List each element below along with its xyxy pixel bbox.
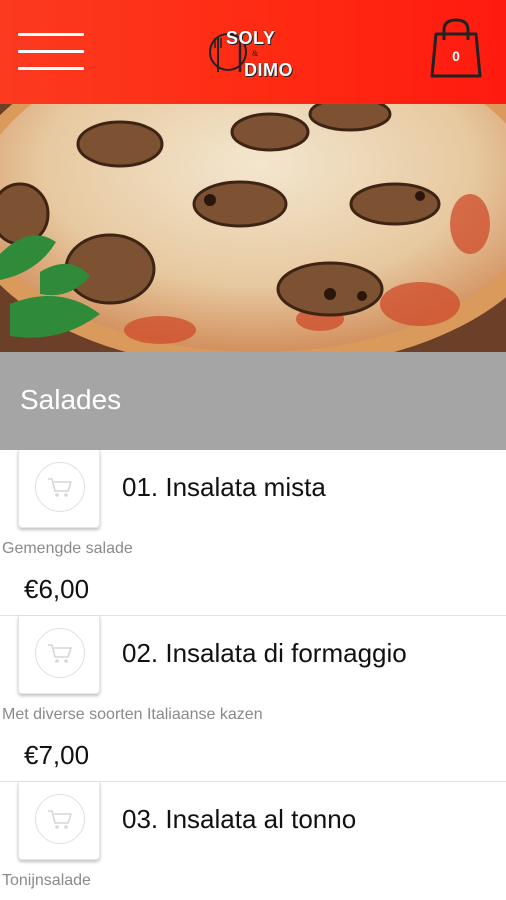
item-price: €7,00: [24, 740, 90, 770]
hamburger-menu-icon[interactable]: [18, 30, 84, 72]
cart-count-badge: 0: [452, 48, 460, 64]
brand-logo[interactable]: SOLY & DIMO: [206, 22, 302, 84]
pizza-illustration: [0, 104, 506, 352]
menu-item: 03. Insalata al tonno Tonijnsalade: [0, 782, 506, 900]
logo-ampersand: &: [252, 49, 259, 58]
shopping-cart-button[interactable]: 0: [428, 16, 484, 80]
menu-bar: [18, 33, 84, 36]
menu-item: 02. Insalata di formaggio Met diverse so…: [0, 616, 506, 782]
menu-bar: [18, 50, 84, 53]
cart-icon: [48, 644, 72, 663]
item-description: Gemengde salade: [2, 540, 133, 557]
item-price: €6,00: [24, 574, 90, 604]
item-description: Tonijnsalade: [2, 872, 91, 889]
item-name: 02. Insalata di formaggio: [122, 638, 407, 668]
add-to-cart-button[interactable]: [18, 450, 100, 528]
item-description: Met diverse soorten Italiaanse kazen: [2, 706, 263, 723]
app-header: SOLY & DIMO 0: [0, 0, 506, 104]
cart-icon: [48, 478, 72, 497]
menu-bar: [18, 67, 84, 70]
menu-item: 01. Insalata mista Gemengde salade €6,00: [0, 450, 506, 616]
cart-icon: [48, 810, 72, 829]
item-name: 03. Insalata al tonno: [122, 804, 357, 834]
category-title: Salades: [20, 384, 122, 415]
logo-text-soly: SOLY: [226, 28, 276, 48]
add-to-cart-button[interactable]: [18, 616, 100, 694]
category-header: Salades: [0, 352, 506, 450]
item-name: 01. Insalata mista: [122, 472, 326, 502]
logo-text-dimo: DIMO: [244, 60, 293, 80]
add-to-cart-button[interactable]: [18, 782, 100, 860]
hero-pizza-image: [0, 104, 506, 352]
